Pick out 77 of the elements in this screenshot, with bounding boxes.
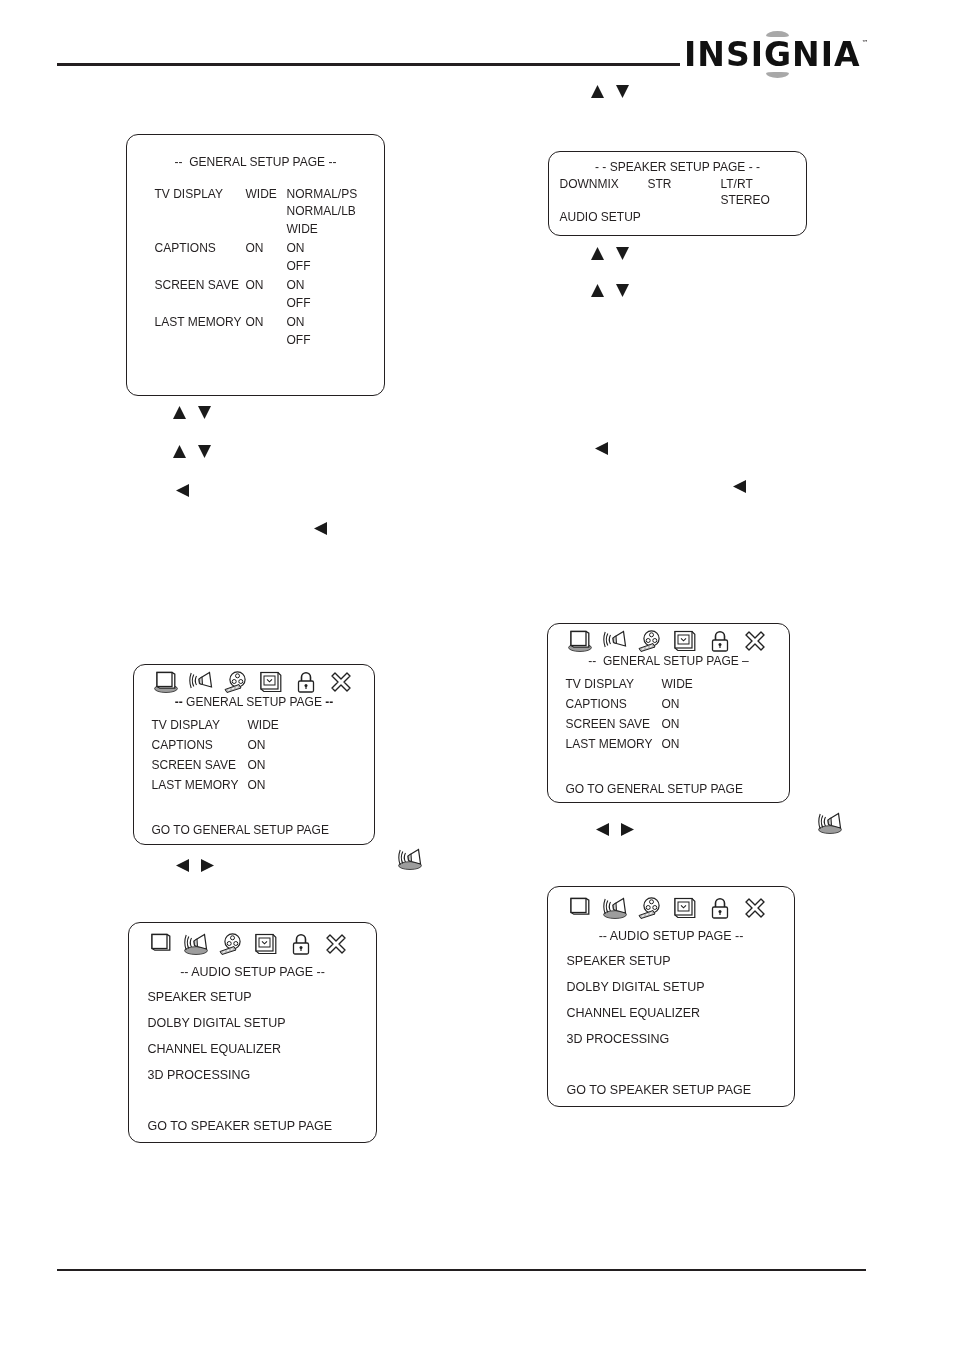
footer-text: GO TO GENERAL SETUP PAGE (565, 780, 743, 798)
setting-label: LAST MEMORY (151, 777, 239, 795)
menu-title: -- AUDIO SETUP PAGE -- (180, 963, 325, 981)
setting-label: LAST MEMORY (154, 314, 242, 331)
setting-option: NORMAL/PS (286, 185, 358, 203)
setting-value: ON (245, 277, 264, 294)
setting-option: ON (286, 314, 305, 332)
menu-title: -- GENERAL SETUP PAGE -- (174, 693, 334, 711)
up-arrow-icon (591, 85, 604, 98)
up-arrow-icon (591, 247, 604, 260)
menu-item: SPEAKER SETUP (147, 988, 252, 1006)
menu-title: -- GENERAL SETUP PAGE -- (174, 153, 337, 171)
right-arrow-icon (621, 823, 634, 836)
setting-option: ON (286, 240, 305, 258)
speaker-icon (818, 812, 842, 834)
speaker-icon (398, 848, 422, 870)
setting-option: OFF (286, 294, 311, 312)
setting-label: SCREEN SAVE (154, 277, 239, 294)
setting-label: SCREEN SAVE (565, 716, 650, 734)
setting-label: CAPTIONS (154, 240, 216, 257)
menu-item: 3D PROCESSING (566, 1030, 670, 1048)
footer-text: GO TO GENERAL SETUP PAGE (151, 821, 329, 839)
setting-value: WIDE (247, 716, 279, 734)
setting-label: AUDIO SETUP (559, 208, 641, 225)
setting-value: ON (247, 777, 266, 795)
up-arrow-icon (173, 406, 186, 419)
down-arrow-icon (198, 445, 211, 458)
setting-option: LT/RT (720, 175, 753, 192)
menu-title: - - SPEAKER SETUP PAGE - - (595, 159, 760, 176)
setting-label: TV DISPLAY (151, 716, 220, 734)
setting-value: ON (245, 314, 264, 331)
menu-item: DOLBY DIGITAL SETUP (147, 1014, 286, 1032)
footer-text: GO TO SPEAKER SETUP PAGE (566, 1081, 752, 1099)
right-arrow-icon (201, 859, 214, 872)
down-arrow-icon (616, 284, 629, 297)
up-arrow-icon (173, 445, 186, 458)
setting-label: DOWNMIX (559, 175, 619, 192)
setting-option: STEREO (720, 192, 770, 209)
footer-text: GO TO SPEAKER SETUP PAGE (147, 1117, 333, 1135)
setting-value: ON (661, 736, 680, 754)
menu-item: CHANNEL EQUALIZER (147, 1040, 282, 1058)
setting-label: CAPTIONS (565, 695, 627, 713)
setting-label: TV DISPLAY (154, 185, 223, 203)
left-arrow-icon (314, 522, 327, 535)
left-arrow-icon (176, 859, 189, 872)
setting-value: ON (247, 757, 266, 775)
setting-option: OFF (286, 257, 311, 275)
setting-value: ON (661, 695, 680, 713)
setting-value: ON (661, 716, 680, 734)
menu-item: DOLBY DIGITAL SETUP (566, 978, 705, 996)
left-arrow-icon (733, 480, 746, 493)
menu-title: -- AUDIO SETUP PAGE -- (598, 927, 744, 945)
menu-item: SPEAKER SETUP (566, 952, 671, 970)
setting-value: WIDE (661, 675, 693, 693)
setting-label: LAST MEMORY (565, 736, 653, 754)
left-arrow-icon (595, 442, 608, 455)
menu-item: 3D PROCESSING (147, 1066, 251, 1084)
setting-value: WIDE (245, 185, 277, 203)
setting-value: ON (245, 240, 264, 257)
setting-option: OFF (286, 331, 311, 349)
brand-logo: INSIGNIA (684, 30, 861, 79)
setting-option: NORMAL/LB (286, 203, 356, 221)
down-arrow-icon (616, 247, 629, 260)
up-arrow-icon (591, 284, 604, 297)
left-arrow-icon (176, 484, 189, 497)
menu-title: -- GENERAL SETUP PAGE – (588, 652, 749, 670)
down-arrow-icon (616, 85, 629, 98)
setting-value: STR (647, 175, 672, 192)
setting-label: SCREEN SAVE (151, 757, 236, 775)
setting-label: TV DISPLAY (565, 675, 634, 693)
setting-value: ON (247, 736, 266, 754)
setting-option: WIDE (286, 220, 318, 238)
menu-item: CHANNEL EQUALIZER (566, 1004, 701, 1022)
down-arrow-icon (198, 406, 211, 419)
left-arrow-icon (596, 823, 609, 836)
setting-option: ON (286, 277, 305, 295)
setting-label: CAPTIONS (151, 736, 213, 754)
